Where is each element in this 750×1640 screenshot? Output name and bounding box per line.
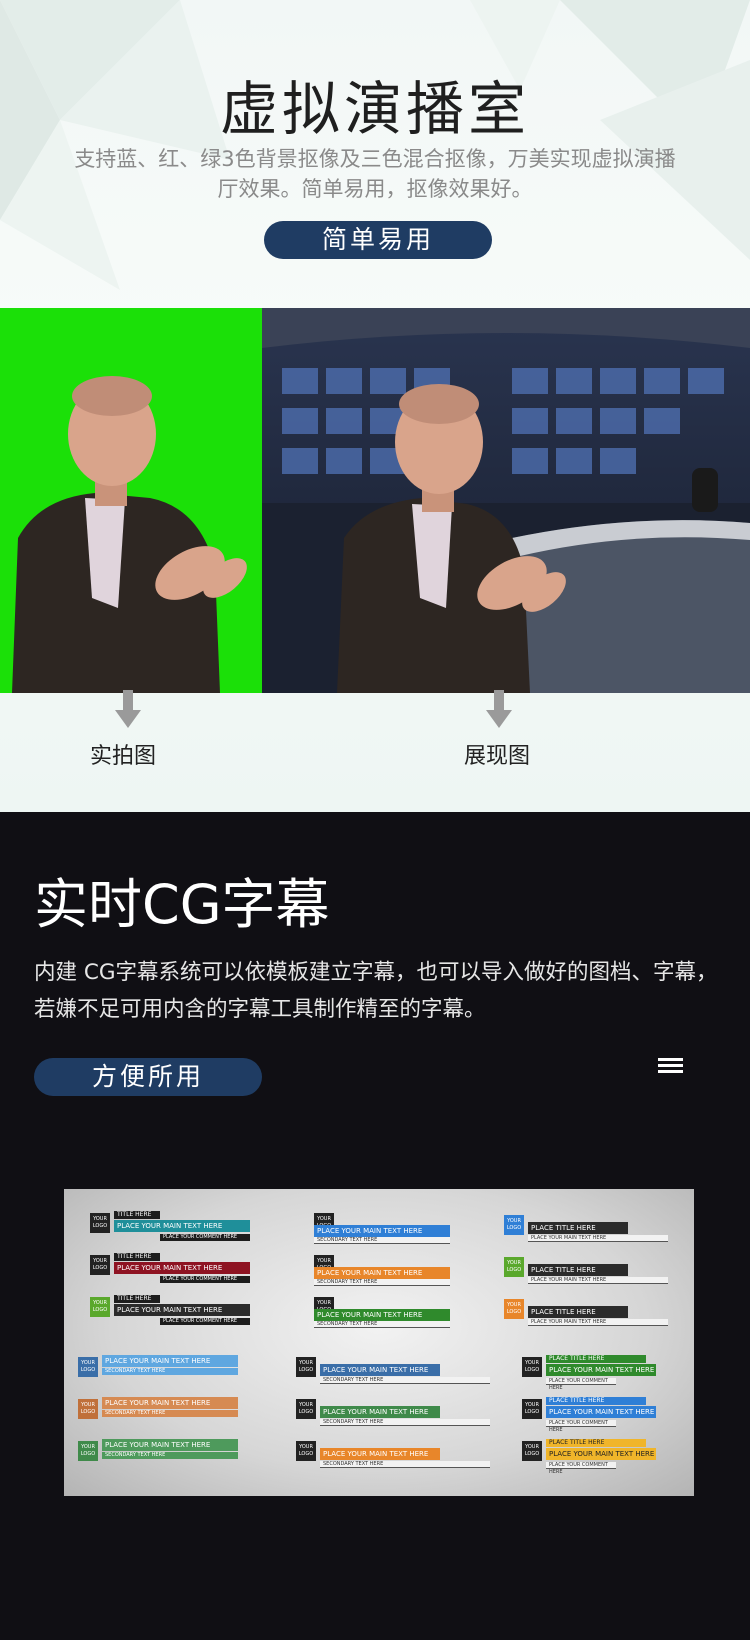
studio-composite-photo (262, 308, 750, 693)
lower-third-template: YOUR LOGO PLACE YOUR MAIN TEXT HERE SECO… (296, 1355, 490, 1397)
studio-scene (262, 308, 750, 693)
section-description: 内建 CG字幕系统可以依模板建立字幕，也可以导入做好的图档、字幕，若嫌不足可用内… (34, 960, 718, 1022)
presenter-figure (12, 376, 247, 693)
cg-subtitle-section: 实时CG字幕 内建 CG字幕系统可以依模板建立字幕，也可以导入做好的图档、字幕，… (0, 812, 750, 1640)
section-title: 实时CG字幕 (34, 873, 330, 936)
lower-third-template: YOUR LOGO PLACE YOUR MAIN TEXT HERE SECO… (314, 1211, 494, 1253)
lower-third-template: YOUR LOGO PLACE YOUR MAIN TEXT HERE SECO… (78, 1397, 258, 1439)
lower-third-template: YOUR LOGO PLACE YOUR MAIN TEXT HERE SECO… (78, 1355, 258, 1397)
lower-third-template: YOUR LOGO TITLE HERE PLACE YOUR MAIN TEX… (90, 1295, 270, 1337)
lower-third-template: YOUR LOGO PLACE YOUR MAIN TEXT HERE SECO… (296, 1397, 490, 1439)
virtual-studio-section: 虚拟演播室 支持蓝、红、绿3色背景抠像及三色混合抠像，万美实现虚拟演播厅效果。简… (0, 0, 750, 812)
caption-real-shot: 实拍图 (90, 744, 157, 769)
arrow-down-icon (115, 690, 141, 728)
lower-third-template: YOUR LOGO PLACE TITLE HERE PLACE YOUR MA… (522, 1397, 694, 1439)
cg-template-preview: YOUR LOGO TITLE HERE PLACE YOUR MAIN TEX… (64, 1189, 694, 1496)
lower-third-template: YOUR LOGO PLACE TITLE HERE PLACE YOUR MA… (522, 1355, 694, 1397)
lower-third-template: YOUR LOGO PLACE TITLE HERE PLACE YOUR MA… (522, 1439, 694, 1481)
feature-description: 支持蓝、红、绿3色背景抠像及三色混合抠像，万美实现虚拟演播厅效果。简单易用，抠像… (74, 147, 676, 201)
lower-third-template: YOUR LOGO TITLE HERE PLACE YOUR MAIN TEX… (90, 1211, 270, 1253)
lower-third-template: YOUR LOGO PLACE YOUR MAIN TEXT HERE SECO… (296, 1439, 490, 1481)
lower-third-template: YOUR LOGO PLACE YOUR MAIN TEXT HERE SECO… (314, 1295, 494, 1337)
convenient-badge[interactable]: 方便所用 (34, 1058, 262, 1096)
lower-third-template: YOUR LOGO PLACE TITLE HERE PLACE YOUR MA… (504, 1255, 684, 1297)
lower-third-template: YOUR LOGO PLACE YOUR MAIN TEXT HERE SECO… (78, 1439, 258, 1481)
comparison-photos (0, 308, 750, 693)
green-screen-photo (0, 308, 262, 693)
caption-result: 展现图 (464, 744, 531, 769)
lower-third-template: YOUR LOGO PLACE TITLE HERE PLACE YOUR MA… (504, 1213, 684, 1255)
lower-third-template: YOUR LOGO PLACE TITLE HERE PLACE YOUR MA… (504, 1297, 684, 1339)
hamburger-icon[interactable] (658, 1058, 683, 1074)
arrow-down-icon (486, 690, 512, 728)
easy-to-use-badge[interactable]: 简单易用 (264, 221, 492, 259)
lower-third-template: YOUR LOGO PLACE YOUR MAIN TEXT HERE SECO… (314, 1253, 494, 1295)
lower-third-template: YOUR LOGO TITLE HERE PLACE YOUR MAIN TEX… (90, 1253, 270, 1295)
page-title: 虚拟演播室 (219, 75, 530, 143)
